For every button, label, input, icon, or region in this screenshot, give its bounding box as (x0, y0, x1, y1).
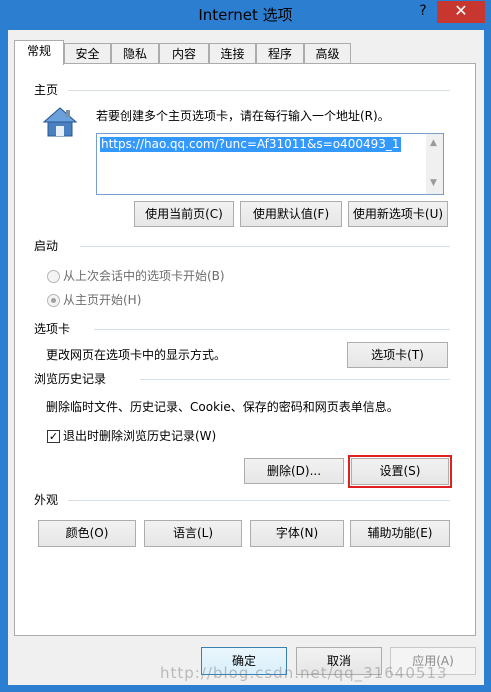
home-page-url-field[interactable]: https://hao.qq.com/?unc=Af31011&s=o40049… (96, 133, 444, 195)
tabs-section-description: 更改网页在选项卡中的显示方式。 (46, 348, 227, 362)
history-description: 删除临时文件、历史记录、Cookie、保存的密码和网页表单信息。 (46, 400, 399, 414)
appearance-section-title: 外观 (34, 492, 65, 508)
tabs-section-rule (94, 329, 450, 330)
tab-content[interactable]: 内容 (159, 43, 209, 65)
startup-last-session-radio[interactable] (47, 270, 60, 283)
use-new-tab-button[interactable]: 使用新选项卡(U) (348, 201, 448, 227)
startup-last-session-label: 从上次会话中的选项卡开始(B) (63, 269, 225, 283)
watermark: http://blog.csdn.net/qq_31640513 (160, 664, 448, 682)
accessibility-button[interactable]: 辅助功能(E) (350, 520, 450, 547)
home-section-title: 主页 (34, 82, 65, 98)
help-button[interactable]: ? (410, 1, 436, 23)
scroll-down-icon[interactable]: ▼ (430, 178, 437, 188)
tab-security[interactable]: 安全 (64, 43, 111, 65)
fonts-button[interactable]: 字体(N) (250, 520, 344, 547)
startup-section-title: 启动 (34, 238, 65, 254)
home-section-rule (68, 90, 450, 91)
home-instruction: 若要创建多个主页选项卡，请在每行输入一个地址(R)。 (96, 109, 390, 123)
delete-on-exit-label: 退出时删除浏览历史记录(W) (63, 429, 217, 443)
tabs-section-title: 选项卡 (34, 321, 77, 337)
tab-general[interactable]: 常规 (14, 40, 64, 65)
house-icon (42, 107, 78, 137)
history-settings-button[interactable]: 设置(S) (351, 458, 449, 485)
delete-on-exit-checkbox[interactable]: ✓ (47, 430, 60, 443)
appearance-section-rule (68, 500, 450, 501)
languages-button[interactable]: 语言(L) (144, 520, 242, 547)
colors-button[interactable]: 颜色(O) (38, 520, 136, 547)
history-section-title: 浏览历史记录 (34, 371, 113, 387)
use-default-button[interactable]: 使用默认值(F) (240, 201, 342, 227)
scroll-up-icon[interactable]: ▲ (430, 138, 437, 148)
use-current-button[interactable]: 使用当前页(C) (134, 201, 234, 227)
history-section-rule (140, 379, 450, 380)
dialog-window: Internet 选项 ? ✕ 常规 安全 隐私 内容 连接 程序 高级 主页 … (0, 0, 491, 692)
url-field-scrollbar[interactable]: ▲ ▼ (426, 134, 443, 194)
tab-privacy[interactable]: 隐私 (111, 43, 159, 65)
tabs-settings-button[interactable]: 选项卡(T) (347, 342, 448, 368)
startup-home-radio[interactable] (47, 294, 60, 307)
close-button[interactable]: ✕ (437, 1, 485, 23)
startup-home-label: 从主页开始(H) (63, 293, 142, 307)
delete-history-button[interactable]: 删除(D)... (244, 458, 344, 484)
home-page-url-text: https://hao.qq.com/?unc=Af31011&s=o40049… (100, 137, 401, 152)
tab-advanced[interactable]: 高级 (304, 43, 351, 65)
tab-programs[interactable]: 程序 (256, 43, 304, 65)
tab-connections[interactable]: 连接 (209, 43, 256, 65)
startup-section-rule (80, 246, 450, 247)
